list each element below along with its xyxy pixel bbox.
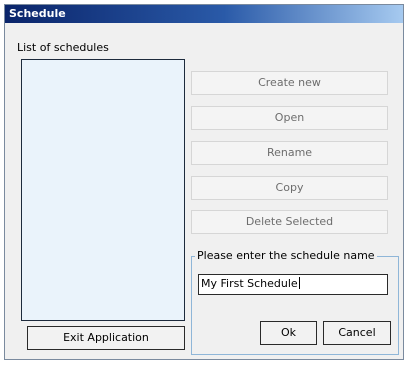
schedule-name-value: My First Schedule <box>201 277 298 290</box>
title-bar: Schedule <box>5 5 403 23</box>
window-title: Schedule <box>9 7 66 20</box>
create-new-button[interactable]: Create new <box>191 71 388 95</box>
text-caret <box>298 277 300 289</box>
schedule-listbox[interactable] <box>21 59 185 321</box>
exit-application-button[interactable]: Exit Application <box>27 326 185 350</box>
schedule-name-legend: Please enter the schedule name <box>195 249 377 262</box>
cancel-button[interactable]: Cancel <box>323 321 391 345</box>
open-button[interactable]: Open <box>191 106 388 130</box>
ok-button[interactable]: Ok <box>260 321 317 345</box>
schedule-list-label: List of schedules <box>17 41 109 54</box>
schedule-window: Schedule List of schedules Create new Op… <box>4 4 404 360</box>
delete-selected-button[interactable]: Delete Selected <box>191 210 388 234</box>
copy-button[interactable]: Copy <box>191 176 388 200</box>
rename-button[interactable]: Rename <box>191 141 388 165</box>
schedule-name-input[interactable]: My First Schedule <box>198 274 388 295</box>
